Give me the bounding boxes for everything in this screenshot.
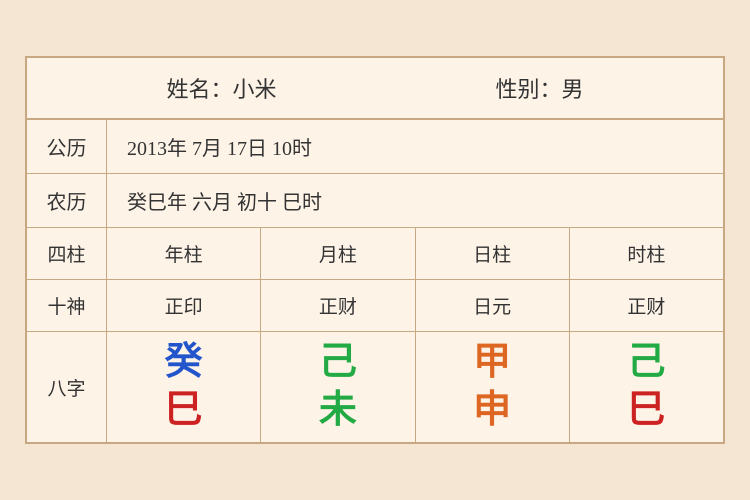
bazi-month-bottom: 未 <box>319 390 357 432</box>
bazi-year-top: 癸 <box>165 342 203 384</box>
name-label: 姓名：小米 <box>166 72 276 104</box>
header-row: 姓名：小米 性别：男 <box>27 58 723 120</box>
bazi-hour-top: 己 <box>627 342 665 384</box>
day-column-header: 日柱 <box>416 228 570 279</box>
bazi-row: 八字 癸 巳 己 未 甲 申 己 巳 <box>27 332 723 442</box>
lunar-label: 农历 <box>27 174 107 227</box>
shishen-hour: 正财 <box>570 280 723 331</box>
gender-label: 性别：男 <box>495 72 583 104</box>
sizhu-label: 四柱 <box>27 228 107 279</box>
bazi-month-cell: 己 未 <box>261 332 415 442</box>
hour-column-header: 时柱 <box>570 228 723 279</box>
solar-row: 公历 2013年 7月 17日 10时 <box>27 120 723 174</box>
bazi-hour-bottom: 巳 <box>627 390 665 432</box>
bazi-day-top: 甲 <box>473 342 511 384</box>
shishen-month: 正财 <box>261 280 415 331</box>
shishen-label: 十神 <box>27 280 107 331</box>
shishen-year: 正印 <box>107 280 261 331</box>
shishen-row: 十神 正印 正财 日元 正财 <box>27 280 723 332</box>
bazi-year-cell: 癸 巳 <box>107 332 261 442</box>
solar-value: 2013年 7月 17日 10时 <box>107 120 723 173</box>
bazi-day-bottom: 申 <box>473 390 511 432</box>
main-container: 姓名：小米 性别：男 公历 2013年 7月 17日 10时 农历 癸巳年 六月… <box>25 56 725 444</box>
solar-label: 公历 <box>27 120 107 173</box>
bazi-month-top: 己 <box>319 342 357 384</box>
bazi-hour-cell: 己 巳 <box>570 332 723 442</box>
year-column-header: 年柱 <box>107 228 261 279</box>
month-column-header: 月柱 <box>261 228 415 279</box>
bazi-day-cell: 甲 申 <box>416 332 570 442</box>
bazi-year-bottom: 巳 <box>165 390 203 432</box>
shishen-day: 日元 <box>416 280 570 331</box>
lunar-value: 癸巳年 六月 初十 巳时 <box>107 174 723 227</box>
bazi-label: 八字 <box>27 332 107 442</box>
columns-header-row: 四柱 年柱 月柱 日柱 时柱 <box>27 228 723 280</box>
lunar-row: 农历 癸巳年 六月 初十 巳时 <box>27 174 723 228</box>
